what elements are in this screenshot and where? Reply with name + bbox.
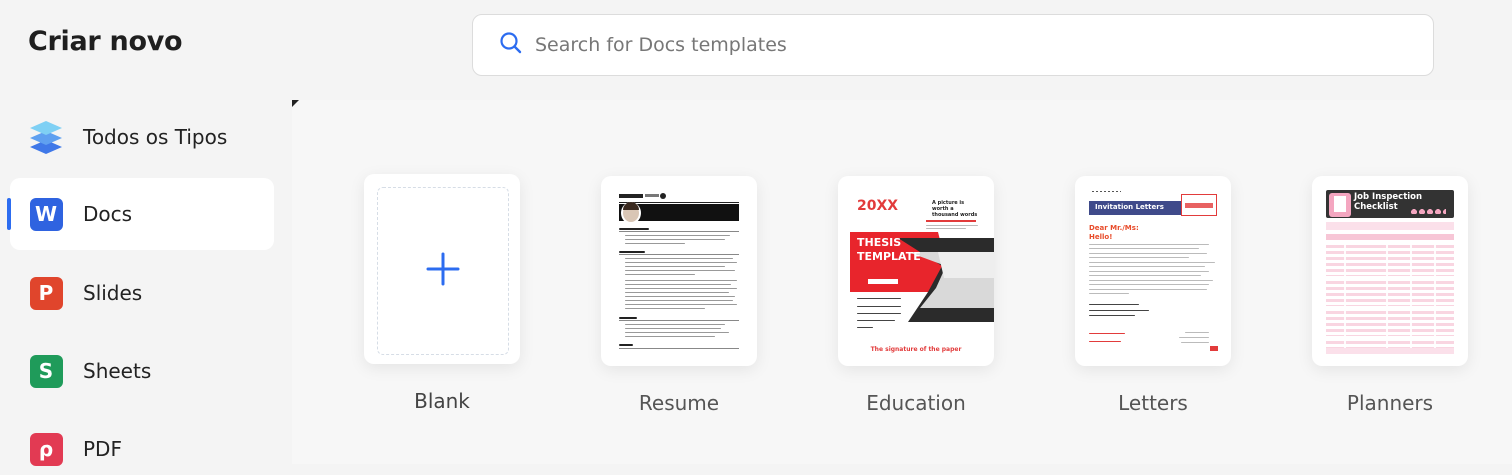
thumb-greeting1: Dear Mr./Ms: bbox=[1089, 224, 1139, 232]
thumb-title-line1: Job Inspection bbox=[1354, 192, 1423, 202]
thumb-year: 20XX bbox=[857, 198, 899, 214]
sidebar-item-label: Sheets bbox=[83, 359, 152, 383]
docs-app-icon: W bbox=[29, 197, 63, 231]
template-card-planners[interactable]: Job Inspection Checklist bbox=[1312, 176, 1468, 366]
search-input[interactable] bbox=[535, 34, 1415, 56]
blank-placeholder bbox=[377, 187, 509, 355]
template-label-planners: Planners bbox=[1346, 391, 1434, 415]
thumb-title-line2: TEMPLATE bbox=[857, 250, 921, 263]
letters-thumbnail: Invitation Letters Dear Mr./Ms: Hello! bbox=[1075, 176, 1231, 366]
sidebar-item-slides[interactable]: P Slides bbox=[10, 257, 274, 329]
template-picker: Criar novo Todos os Tipos W Docs P Slide… bbox=[0, 0, 1512, 475]
slides-app-icon: P bbox=[29, 276, 63, 310]
template-label-letters: Letters bbox=[1118, 391, 1188, 415]
thumb-footer: The signature of the paper bbox=[870, 346, 962, 353]
layers-icon bbox=[29, 120, 63, 154]
search-icon bbox=[499, 31, 523, 59]
search-bar[interactable] bbox=[472, 14, 1434, 76]
template-card-resume[interactable] bbox=[601, 176, 757, 366]
sidebar-item-label: Slides bbox=[83, 281, 143, 305]
resume-thumbnail bbox=[601, 176, 757, 366]
panel-corner bbox=[292, 100, 299, 107]
page-title: Criar novo bbox=[28, 26, 183, 57]
plus-icon bbox=[426, 252, 460, 290]
sidebar-item-all-types[interactable]: Todos os Tipos bbox=[10, 101, 274, 173]
pdf-icon: ρ bbox=[29, 432, 63, 466]
docs-icon: W bbox=[29, 197, 63, 231]
template-label-blank: Blank bbox=[414, 389, 470, 413]
template-card-education[interactable]: 20XX A picture is worth a thousand words… bbox=[838, 176, 994, 366]
template-label-resume: Resume bbox=[638, 391, 720, 415]
sheets-icon: S bbox=[29, 354, 63, 388]
thumb-banner: Invitation Letters bbox=[1095, 203, 1164, 211]
template-label-education: Education bbox=[866, 391, 966, 415]
sidebar-item-label: PDF bbox=[83, 437, 122, 461]
sidebar-item-label: Todos os Tipos bbox=[83, 125, 228, 149]
education-thumbnail: 20XX A picture is worth a thousand words… bbox=[838, 176, 994, 366]
sidebar-item-docs[interactable]: W Docs bbox=[7, 178, 274, 250]
template-card-blank[interactable] bbox=[364, 174, 520, 364]
pdf-app-icon: ρ bbox=[29, 432, 63, 466]
template-card-letters[interactable]: Invitation Letters Dear Mr./Ms: Hello! bbox=[1075, 176, 1231, 366]
slides-icon: P bbox=[29, 276, 63, 310]
sidebar-item-sheets[interactable]: S Sheets bbox=[10, 335, 274, 407]
thumb-greeting2: Hello! bbox=[1089, 233, 1113, 241]
sheets-app-icon: S bbox=[29, 354, 63, 388]
sidebar-item-pdf[interactable]: ρ PDF bbox=[10, 413, 274, 475]
thumb-heading: A picture is worth a thousand words bbox=[932, 200, 978, 218]
thumb-title-line1: THESIS bbox=[857, 236, 902, 249]
sidebar-item-label: Docs bbox=[83, 202, 133, 226]
planners-thumbnail: Job Inspection Checklist bbox=[1312, 176, 1468, 366]
